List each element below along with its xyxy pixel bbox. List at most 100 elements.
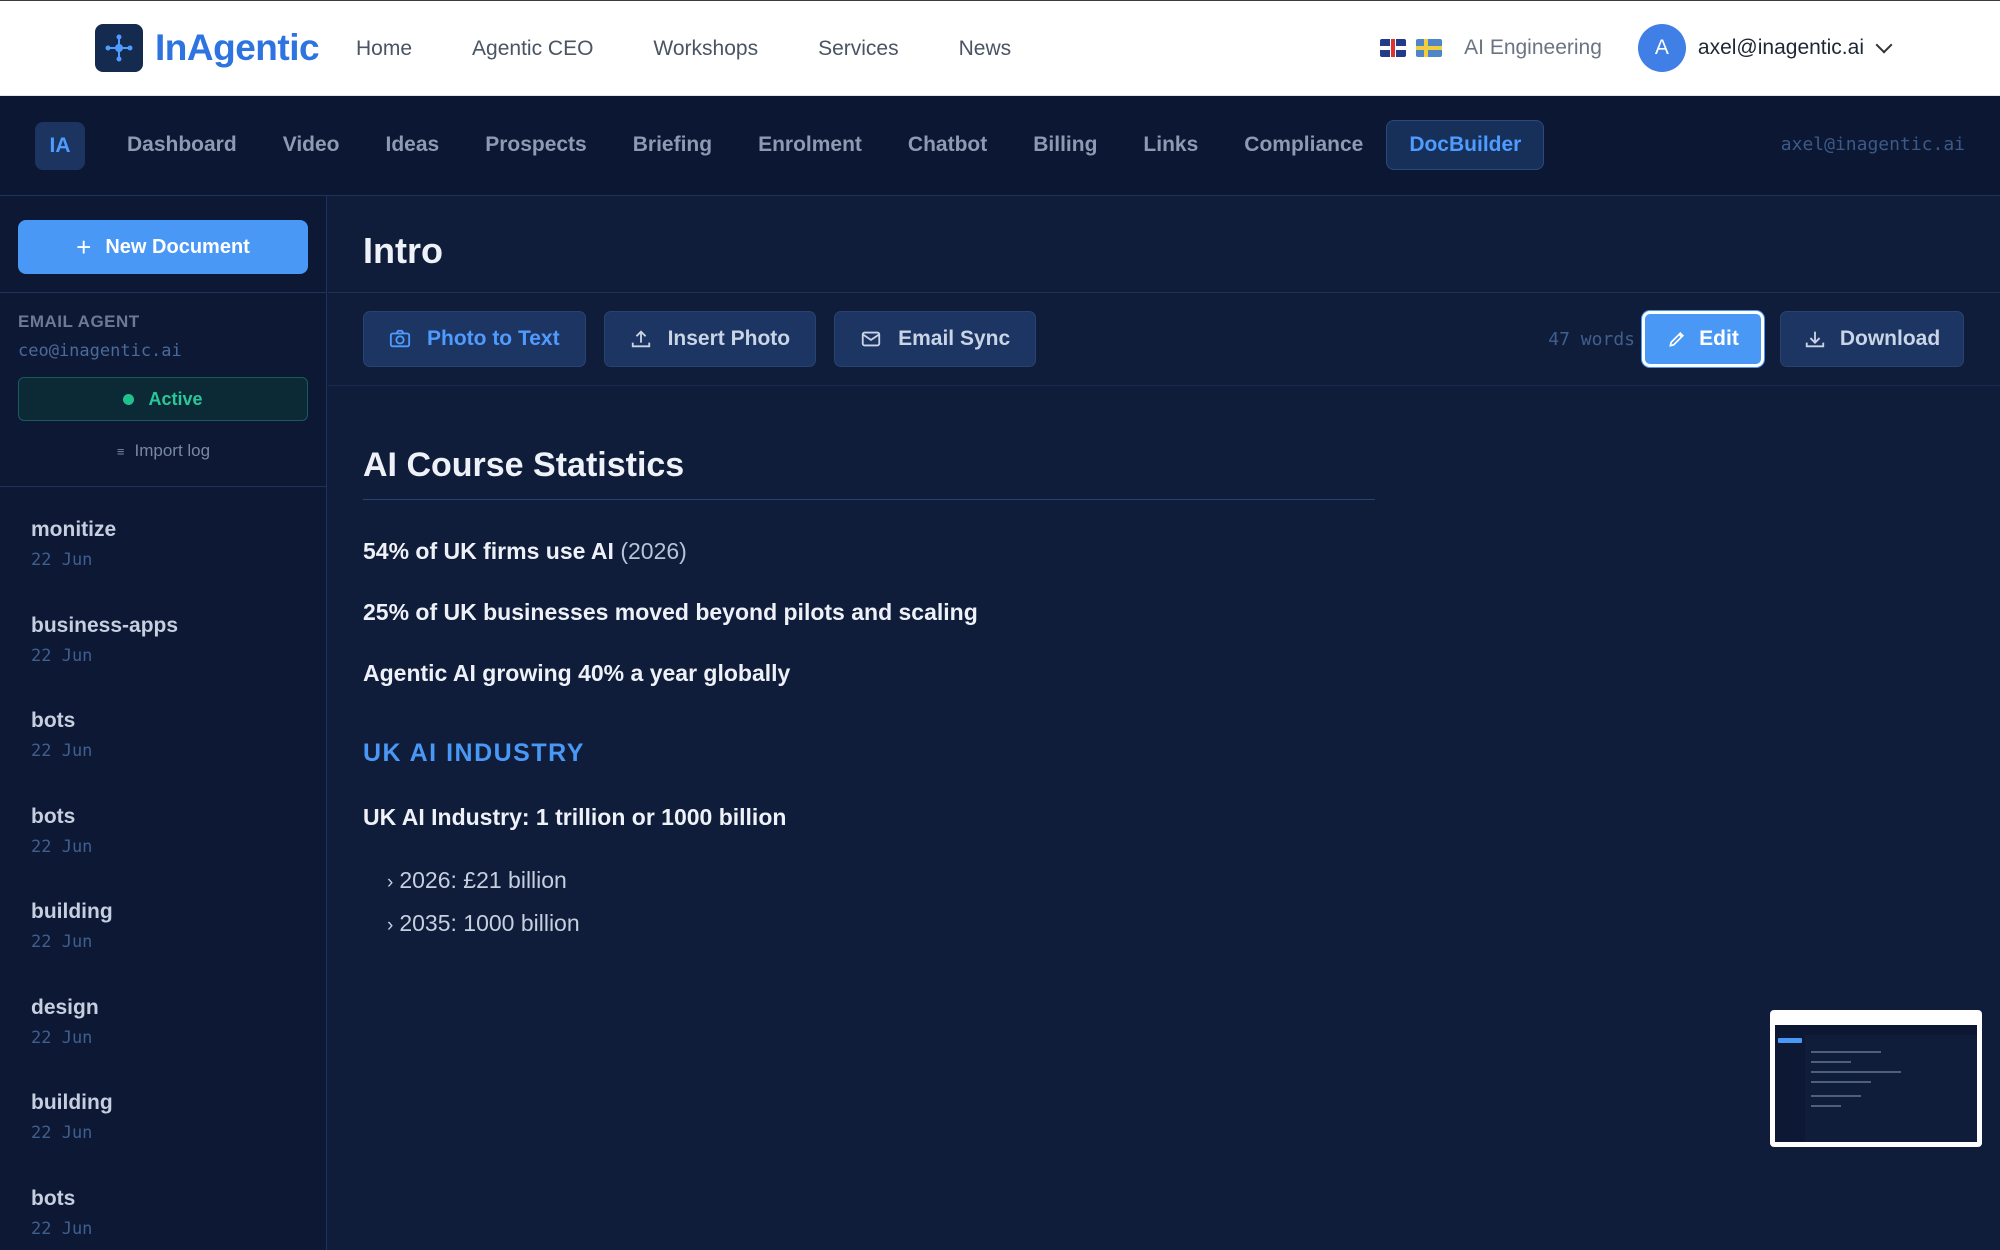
status-dot-icon bbox=[123, 393, 135, 405]
document-date: 22 Jun bbox=[31, 741, 93, 761]
agent-email: ceo@inagentic.ai bbox=[18, 341, 182, 361]
email-agent-label: EMAIL AGENT bbox=[18, 312, 140, 331]
tab-links[interactable]: Links bbox=[1120, 120, 1221, 170]
camera-icon bbox=[389, 328, 411, 350]
bullet-text: 2035: 1000 billion bbox=[399, 910, 580, 936]
document-date: 22 Jun bbox=[31, 932, 93, 952]
stat-line-3: Agentic AI growing 40% a year globally bbox=[363, 660, 791, 686]
insert-photo-button[interactable]: Insert Photo bbox=[603, 311, 817, 367]
document-date: 22 Jun bbox=[31, 1027, 93, 1048]
document-name: building bbox=[31, 1091, 113, 1114]
tab-chatbot[interactable]: Chatbot bbox=[885, 120, 1010, 170]
photo-to-text-button[interactable]: Photo to Text bbox=[363, 311, 586, 367]
site-nav-agentic-ceo[interactable]: Agentic CEO bbox=[472, 37, 593, 61]
list-item[interactable]: design 22 Jun bbox=[0, 984, 326, 1080]
tab-briefing[interactable]: Briefing bbox=[610, 120, 735, 170]
stat-line-1: 54% of UK firms use AI (2026) bbox=[363, 538, 1375, 565]
industry-line: UK AI Industry: 1 trillion or 1000 billi… bbox=[363, 804, 787, 830]
new-document-button[interactable]: + New Document bbox=[18, 220, 308, 274]
sweden-flag-icon[interactable] bbox=[1416, 39, 1443, 57]
mail-icon bbox=[860, 328, 882, 350]
document-body[interactable]: AI Course Statistics 54% of UK firms use… bbox=[363, 446, 1375, 937]
user-email[interactable]: axel@inagentic.ai bbox=[1698, 36, 1864, 60]
list-item[interactable]: bots 22 Jun bbox=[0, 697, 326, 793]
import-log-label: Import log bbox=[134, 441, 211, 460]
email-sync-button[interactable]: Email Sync bbox=[834, 311, 1037, 367]
chevron-right-icon: › bbox=[387, 872, 394, 893]
sidebar-divider bbox=[0, 292, 326, 293]
screenshot-thumbnail[interactable] bbox=[1770, 1010, 1982, 1147]
thumbnail-line bbox=[1811, 1051, 1881, 1053]
document-name: building bbox=[31, 900, 113, 923]
word-count: 47 words bbox=[1548, 329, 1635, 350]
main-panel: Intro Photo to Text Insert Photo Email S… bbox=[328, 196, 2000, 1250]
tab-billing[interactable]: Billing bbox=[1010, 120, 1120, 170]
app-tabs: Dashboard Video Ideas Prospects Briefing… bbox=[104, 120, 1545, 170]
thumbnail-line bbox=[1811, 1071, 1901, 1073]
site-nav-workshops[interactable]: Workshops bbox=[653, 37, 758, 61]
ai-engineering-link[interactable]: AI Engineering bbox=[1464, 36, 1602, 60]
title-divider bbox=[328, 292, 2000, 293]
tab-compliance[interactable]: Compliance bbox=[1221, 120, 1386, 170]
document-date: 22 Jun bbox=[31, 645, 93, 666]
app-nav: IA Dashboard Video Ideas Prospects Brief… bbox=[0, 96, 2000, 196]
site-nav-news[interactable]: News bbox=[959, 37, 1012, 61]
insert-photo-label: Insert Photo bbox=[667, 327, 791, 350]
avatar[interactable]: A bbox=[1637, 24, 1686, 72]
app-badge[interactable]: IA bbox=[35, 122, 85, 170]
list-item[interactable]: building 22 Jun bbox=[0, 1079, 326, 1175]
download-button[interactable]: Download bbox=[1780, 311, 1964, 367]
site-logo[interactable]: InAgentic bbox=[95, 24, 320, 72]
chevron-down-icon[interactable] bbox=[1875, 36, 1893, 54]
tab-enrolment[interactable]: Enrolment bbox=[735, 120, 885, 170]
site-nav-home[interactable]: Home bbox=[356, 37, 412, 61]
list-item[interactable]: business-apps 22 Jun bbox=[0, 602, 326, 698]
page-title[interactable]: Intro bbox=[363, 230, 443, 272]
edit-button[interactable]: Edit bbox=[1642, 311, 1764, 367]
document-name: bots bbox=[31, 1186, 76, 1210]
download-label: Download bbox=[1839, 327, 1941, 350]
thumbnail-image bbox=[1775, 1015, 1977, 1142]
document-heading: AI Course Statistics bbox=[363, 446, 1375, 500]
photo-to-text-label: Photo to Text bbox=[427, 327, 560, 350]
site-nav-services[interactable]: Services bbox=[818, 37, 899, 61]
toolbar-divider bbox=[328, 385, 2000, 386]
document-name: business-apps bbox=[31, 613, 179, 637]
document-date: 22 Jun bbox=[31, 1123, 93, 1143]
bullet-text: 2026: £21 billion bbox=[399, 867, 567, 893]
list-item[interactable]: building 22 Jun bbox=[0, 888, 326, 984]
thumbnail-header bbox=[1775, 1015, 1977, 1025]
thumbnail-nav bbox=[1775, 1025, 1977, 1035]
thumbnail-line bbox=[1811, 1061, 1851, 1063]
document-list: monitize 22 Jun business-apps 22 Jun bot… bbox=[0, 506, 326, 1250]
site-nav: Home Agentic CEO Workshops Services News bbox=[356, 37, 1071, 61]
document-date: 22 Jun bbox=[31, 836, 93, 857]
tab-video[interactable]: Video bbox=[260, 120, 363, 170]
uk-flag-icon[interactable] bbox=[1380, 39, 1407, 57]
document-name: design bbox=[31, 995, 99, 1019]
pencil-icon bbox=[1667, 329, 1687, 349]
status-badge[interactable]: Active bbox=[18, 377, 308, 421]
document-date: 22 Jun bbox=[31, 550, 93, 570]
list-item[interactable]: monitize 22 Jun bbox=[0, 506, 326, 602]
stat-line-1-year: (2026) bbox=[620, 538, 687, 564]
chevron-right-icon: › bbox=[387, 915, 394, 936]
logo-mark-icon bbox=[95, 24, 143, 72]
brand-name: InAgentic bbox=[155, 27, 320, 68]
list-item[interactable]: bots 22 Jun bbox=[0, 793, 326, 889]
document-name: monitize bbox=[31, 518, 117, 541]
list-icon: ≡ bbox=[116, 444, 125, 459]
upload-icon bbox=[630, 328, 652, 350]
import-log-link[interactable]: ≡ Import log bbox=[0, 441, 326, 461]
thumbnail-line bbox=[1811, 1081, 1871, 1083]
app-nav-user-email: axel@inagentic.ai bbox=[1780, 134, 1965, 155]
document-date: 22 Jun bbox=[31, 1218, 93, 1239]
tab-docbuilder[interactable]: DocBuilder bbox=[1386, 120, 1545, 170]
tab-ideas[interactable]: Ideas bbox=[362, 120, 462, 170]
thumbnail-button bbox=[1778, 1038, 1802, 1043]
email-sync-label: Email Sync bbox=[898, 327, 1011, 350]
edit-label: Edit bbox=[1699, 327, 1739, 350]
list-item[interactable]: bots 22 Jun bbox=[0, 1175, 326, 1250]
tab-prospects[interactable]: Prospects bbox=[462, 120, 610, 170]
tab-dashboard[interactable]: Dashboard bbox=[104, 120, 260, 170]
